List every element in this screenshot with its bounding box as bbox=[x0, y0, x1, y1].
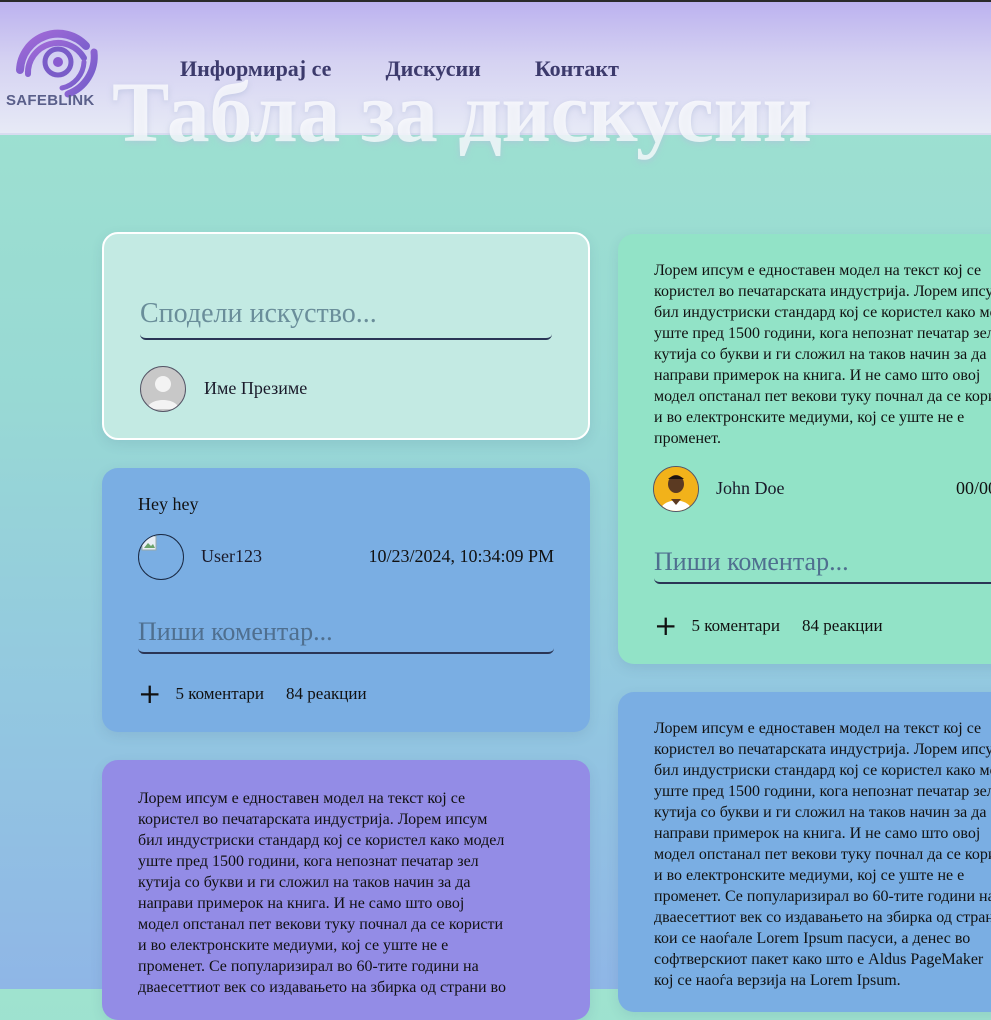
post-line: и во електронските медиуми, кој се уште … bbox=[654, 409, 965, 426]
post-line: кутија со букви и ги сложил на таков нач… bbox=[138, 874, 471, 891]
post-line: бил индустриски стандард кој се користел… bbox=[654, 762, 991, 779]
post-text: Лорем ипсум е едноставен модел на текст … bbox=[654, 718, 991, 991]
post-line: кутија со букви и ги сложил на таков нач… bbox=[654, 346, 987, 363]
post-line: променет. Се популаризирал во 60-тите го… bbox=[654, 888, 991, 905]
comment-input[interactable]: Пиши коментар... bbox=[654, 542, 991, 584]
reactions-count[interactable]: 84 реакции bbox=[802, 616, 883, 636]
comments-count[interactable]: 5 коментари bbox=[691, 616, 780, 636]
post-line: модел опстанал пет векови туку почнал да… bbox=[654, 846, 991, 863]
post-line: уште пред 1500 години, кога непознат печ… bbox=[654, 325, 991, 342]
post-user-name: User123 bbox=[201, 546, 262, 566]
post-line: и во електронските медиуми, кој се уште … bbox=[138, 937, 449, 954]
post-line: променет. bbox=[654, 430, 721, 447]
reactions-count[interactable]: 84 реакции bbox=[286, 684, 367, 704]
post-line: модел опстанал пет векови туку почнал да… bbox=[654, 388, 991, 405]
post-user-name: John Doe bbox=[716, 478, 785, 498]
comments-count[interactable]: 5 коментари bbox=[175, 684, 264, 704]
post-date: 10/23/2024, 10:34:09 PM bbox=[368, 546, 554, 566]
post-line: користел во печатарската индустрија. Лор… bbox=[654, 283, 991, 300]
page-hero-title: Табла за дискусии bbox=[112, 64, 812, 160]
post-line: дваесеттиот век со издавањето на збирка … bbox=[138, 979, 506, 996]
post-text: Лорем ипсум е едноставен модел на текст … bbox=[138, 788, 506, 998]
post-card: Лорем ипсум е едноставен модел на текст … bbox=[618, 234, 991, 664]
post-line: и во електронските медиуми, кој се уште … bbox=[654, 867, 965, 884]
post-line: Лорем ипсум е едноставен модел на текст … bbox=[654, 720, 982, 737]
post-line: уште пред 1500 години, кога непознат печ… bbox=[654, 783, 991, 800]
post-line: Лорем ипсум е едноставен модел на текст … bbox=[654, 262, 982, 279]
add-icon[interactable]: + bbox=[138, 680, 161, 708]
post-line: модел опстанал пет векови туку почнал да… bbox=[138, 916, 504, 933]
post-line: направи примерок на книга. И не само што… bbox=[138, 895, 465, 912]
post-line: Лорем ипсум е едноставен модел на текст … bbox=[138, 790, 466, 807]
post-text: Hey hey bbox=[138, 494, 199, 514]
add-icon[interactable]: + bbox=[654, 612, 677, 640]
post-line: софтверскиот пакет како што е Aldus Page… bbox=[654, 951, 984, 968]
post-card: Лорем ипсум е едноставен модел на текст … bbox=[102, 760, 590, 1020]
broken-avatar-image-icon bbox=[138, 534, 184, 580]
post-line: бил индустриски стандард кој се користел… bbox=[138, 832, 505, 849]
post-card: Hey hey User123 10/23/2024, 10:34:09 PM … bbox=[102, 468, 590, 732]
post-line: променет. Се популаризирал во 60-тите го… bbox=[138, 958, 479, 975]
logo-text: SAFEBLINK bbox=[6, 92, 95, 109]
post-line: уште пред 1500 години, кога непознат печ… bbox=[138, 853, 479, 870]
post-line: користел во печатарската индустрија. Лор… bbox=[138, 811, 488, 828]
post-line: дваесеттиот век со издавањето на збирка … bbox=[654, 909, 991, 926]
post-line: кутија со букви и ги сложил на таков нач… bbox=[654, 804, 987, 821]
post-line: кој се наоѓа верзија на Lorem Ipsum. bbox=[654, 972, 901, 989]
share-experience-input[interactable]: Сподели искуство... bbox=[140, 290, 552, 340]
post-date: 00/00 bbox=[956, 478, 991, 498]
user-avatar bbox=[653, 466, 699, 512]
post-line: направи примерок на книга. И не само што… bbox=[654, 825, 981, 842]
post-footer: + 5 коментари 84 реакции bbox=[138, 680, 367, 708]
person-avatar-icon bbox=[654, 467, 698, 511]
post-text: Лорем ипсум е едноставен модел на текст … bbox=[654, 260, 991, 449]
post-line: бил индустриски стандард кој се користел… bbox=[654, 304, 991, 321]
default-avatar-icon bbox=[140, 366, 186, 412]
post-line: користел во печатарската индустрија. Лор… bbox=[654, 741, 991, 758]
composer-user-name: Име Презиме bbox=[204, 378, 308, 398]
comment-input[interactable]: Пиши коментар... bbox=[138, 612, 554, 654]
post-line: направи примерок на книга. И не само што… bbox=[654, 367, 981, 384]
post-card: Лорем ипсум е едноставен модел на текст … bbox=[618, 692, 991, 1012]
post-footer: + 5 коментари 84 реакции bbox=[654, 612, 883, 640]
new-post-composer: Сподели искуство... Име Презиме bbox=[102, 232, 590, 440]
post-line: кои се наоѓале Lorem Ipsum пасуси, а ден… bbox=[654, 930, 971, 947]
